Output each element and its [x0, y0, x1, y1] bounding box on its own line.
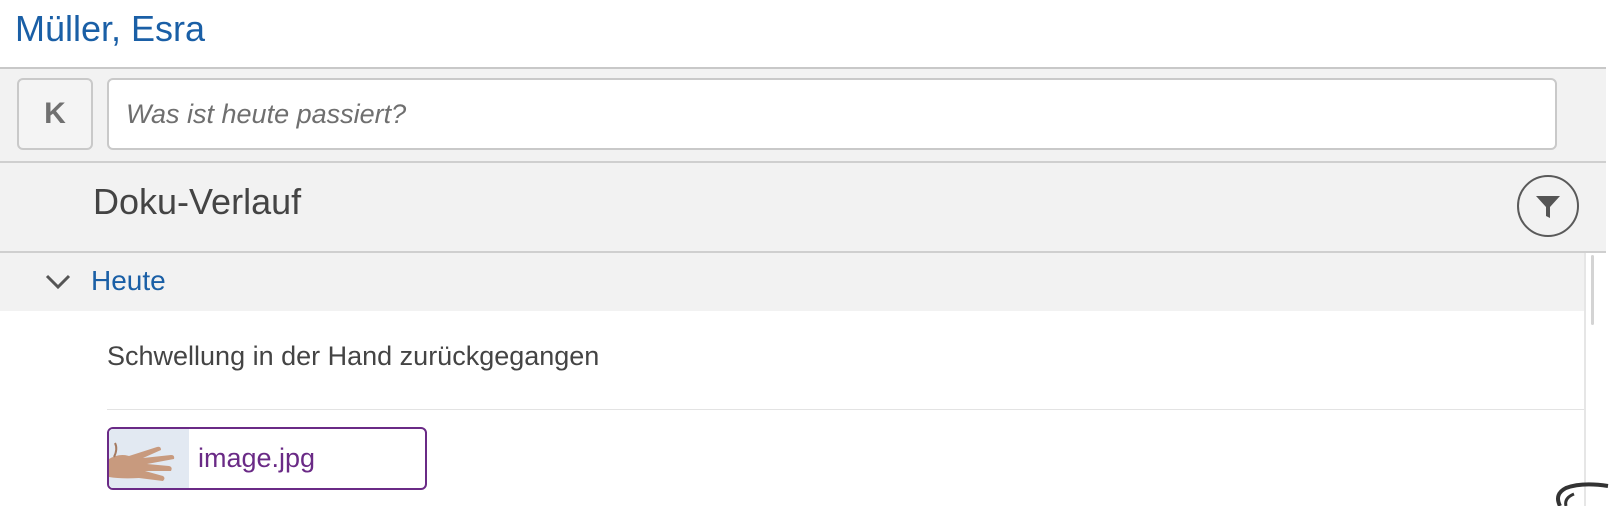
filter-icon [1536, 196, 1560, 218]
history-header: Doku-Verlauf [0, 163, 1606, 253]
group-header-today[interactable]: Heute [0, 253, 1584, 311]
entry-text: Schwellung in der Hand zurückgegangen [107, 341, 600, 371]
loading-icon [1556, 482, 1609, 506]
entry-divider [107, 409, 1584, 410]
compose-bar: K [0, 69, 1606, 163]
attachment-thumbnail [109, 429, 189, 488]
filter-button[interactable] [1517, 175, 1579, 237]
attachment-chip[interactable]: image.jpg [107, 427, 427, 490]
group-label: Heute [91, 265, 166, 296]
scrollbar-track [1584, 253, 1586, 506]
attachment-filename: image.jpg [198, 443, 316, 473]
chevron-down-icon[interactable] [43, 267, 73, 297]
patient-name: Müller, Esra [15, 8, 206, 49]
scrollbar-thumb[interactable] [1591, 255, 1594, 325]
history-title: Doku-Verlauf [93, 181, 302, 222]
compose-input[interactable] [107, 78, 1557, 150]
user-avatar[interactable]: K [17, 78, 93, 150]
